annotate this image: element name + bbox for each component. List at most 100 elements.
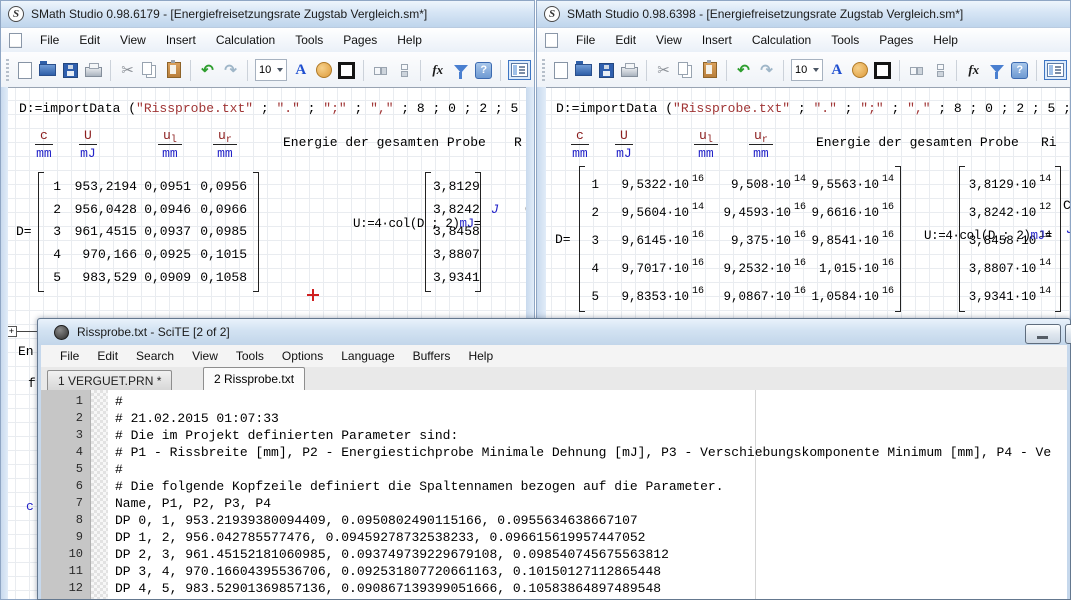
menu-item[interactable]: View — [183, 346, 227, 366]
scissors-icon: ✂ — [657, 63, 670, 78]
matrix-cell: 9,5563·1014 — [811, 174, 894, 192]
background-color-button[interactable] — [850, 61, 869, 80]
tab-rissprobe-txt[interactable]: 2 Rissprobe.txt — [203, 367, 305, 390]
u-formula-overlay[interactable]: U:=4·col(D ; 2)mJ= — [853, 215, 1052, 257]
align-horizontal-button[interactable] — [907, 61, 926, 80]
toolbar-grip[interactable] — [542, 59, 545, 81]
open-folder-icon — [575, 64, 592, 76]
matrix-d[interactable]: 1953,21940,09510,09562956,04280,09460,09… — [38, 172, 259, 292]
minimize-button[interactable] — [1025, 324, 1061, 344]
unit-fraction[interactable]: U mJ — [79, 128, 97, 161]
clipped-text: f — [28, 376, 36, 391]
toolbar-grip[interactable] — [6, 59, 9, 81]
collapse-toggle[interactable]: + — [8, 326, 17, 337]
cut-button[interactable]: ✂ — [654, 61, 673, 80]
unit-fraction[interactable]: c mm — [571, 128, 589, 161]
result-vector[interactable]: 3,81293,82423,84583,88073,9341 — [425, 172, 481, 292]
filter-button[interactable] — [987, 61, 1006, 80]
menu-item[interactable]: Pages — [333, 30, 387, 50]
align-vertical-button[interactable] — [394, 61, 413, 80]
undo-button[interactable]: ↶ — [734, 61, 753, 80]
copy-icon — [142, 62, 152, 75]
menu-item[interactable]: Help — [387, 30, 432, 50]
maximize-button[interactable] — [1065, 324, 1071, 344]
new-document-button[interactable] — [551, 61, 570, 80]
unit-fraction[interactable]: ul mm — [694, 128, 718, 161]
import-formula[interactable]: D:=importData ("Rissprobe.txt" ; "." ; "… — [556, 101, 1070, 116]
title-bar[interactable]: Rissprobe.txt - SciTE [2 of 2] — [38, 319, 1070, 345]
filter-button[interactable] — [451, 61, 470, 80]
save-button[interactable] — [61, 61, 80, 80]
energy-label[interactable]: Energie der gesamten Probe — [816, 135, 1019, 150]
unit-fraction[interactable]: ur mm — [749, 128, 773, 161]
new-document-button[interactable] — [15, 61, 34, 80]
line-text: DP 1, 2, 956.042785577476, 0.09459278732… — [109, 529, 646, 546]
paste-button[interactable] — [164, 61, 183, 80]
import-formula[interactable]: D:=importData ("Rissprobe.txt" ; "." ; "… — [19, 101, 526, 116]
bracket-right — [1055, 166, 1061, 312]
redo-button[interactable]: ↷ — [221, 61, 240, 80]
menu-item[interactable]: Insert — [692, 30, 742, 50]
menu-item[interactable]: Buffers — [404, 346, 460, 366]
title-bar[interactable]: S SMath Studio 0.98.6398 - [Energiefreis… — [537, 1, 1070, 28]
title-bar[interactable]: S SMath Studio 0.98.6179 - [Energiefreis… — [1, 1, 534, 28]
tool-bar: ✂ ↶ ↷ 10 A fx ? — [1, 52, 534, 89]
align-horizontal-button[interactable] — [371, 61, 390, 80]
help-button[interactable]: ? — [1010, 61, 1029, 80]
menu-item[interactable]: Search — [127, 346, 183, 366]
menu-item[interactable]: Language — [332, 346, 403, 366]
menu-item[interactable]: Edit — [88, 346, 127, 366]
border-button[interactable] — [873, 61, 892, 80]
energy-label[interactable]: Energie der gesamten Probe — [283, 135, 486, 150]
menu-item[interactable]: View — [110, 30, 156, 50]
help-button[interactable]: ? — [474, 61, 493, 80]
menu-item[interactable]: Tools — [821, 30, 869, 50]
side-panel-toggle[interactable] — [508, 60, 531, 80]
font-size-select[interactable]: 10 — [255, 59, 287, 81]
editor-area[interactable]: 1 # 2 # 21.02.2015 01:07:33 3 # Die im P… — [41, 390, 1067, 599]
menu-item[interactable]: File — [566, 30, 605, 50]
unit-fraction[interactable]: ul mm — [158, 128, 182, 161]
menu-item[interactable]: Tools — [285, 30, 333, 50]
font-color-button[interactable]: A — [291, 61, 310, 80]
menu-item[interactable]: Tools — [227, 346, 273, 366]
unit-fraction[interactable]: ur mm — [213, 128, 237, 161]
menu-item[interactable]: File — [30, 30, 69, 50]
open-button[interactable] — [38, 61, 57, 80]
align-vertical-button[interactable] — [930, 61, 949, 80]
menu-item[interactable]: Help — [459, 346, 502, 366]
border-frame-icon — [338, 62, 355, 79]
line-number: 9 — [41, 529, 91, 546]
unit-fraction[interactable]: c mm — [35, 128, 53, 161]
side-panel-toggle[interactable] — [1044, 60, 1067, 80]
function-button[interactable]: fx — [428, 61, 447, 80]
undo-button[interactable]: ↶ — [198, 61, 217, 80]
function-button[interactable]: fx — [964, 61, 983, 80]
menu-item[interactable]: File — [51, 346, 88, 366]
border-button[interactable] — [337, 61, 356, 80]
menu-item[interactable]: Edit — [605, 30, 646, 50]
menu-item[interactable]: Calculation — [742, 30, 821, 50]
copy-button[interactable] — [677, 61, 696, 80]
unit-fraction[interactable]: U mJ — [615, 128, 633, 161]
menu-item[interactable]: Insert — [156, 30, 206, 50]
help-icon: ? — [475, 62, 492, 79]
tab-verguet-prn[interactable]: 1 VERGUET.PRN * — [47, 370, 172, 390]
redo-button[interactable]: ↷ — [757, 61, 776, 80]
paste-button[interactable] — [700, 61, 719, 80]
save-button[interactable] — [597, 61, 616, 80]
menu-item[interactable]: Help — [923, 30, 968, 50]
copy-button[interactable] — [141, 61, 160, 80]
font-color-button[interactable]: A — [827, 61, 846, 80]
menu-item[interactable]: View — [646, 30, 692, 50]
cut-button[interactable]: ✂ — [118, 61, 137, 80]
background-color-button[interactable] — [314, 61, 333, 80]
print-button[interactable] — [620, 61, 639, 80]
print-button[interactable] — [84, 61, 103, 80]
open-button[interactable] — [574, 61, 593, 80]
menu-item[interactable]: Pages — [869, 30, 923, 50]
font-size-select[interactable]: 10 — [791, 59, 823, 81]
menu-item[interactable]: Options — [273, 346, 332, 366]
menu-item[interactable]: Edit — [69, 30, 110, 50]
menu-item[interactable]: Calculation — [206, 30, 285, 50]
